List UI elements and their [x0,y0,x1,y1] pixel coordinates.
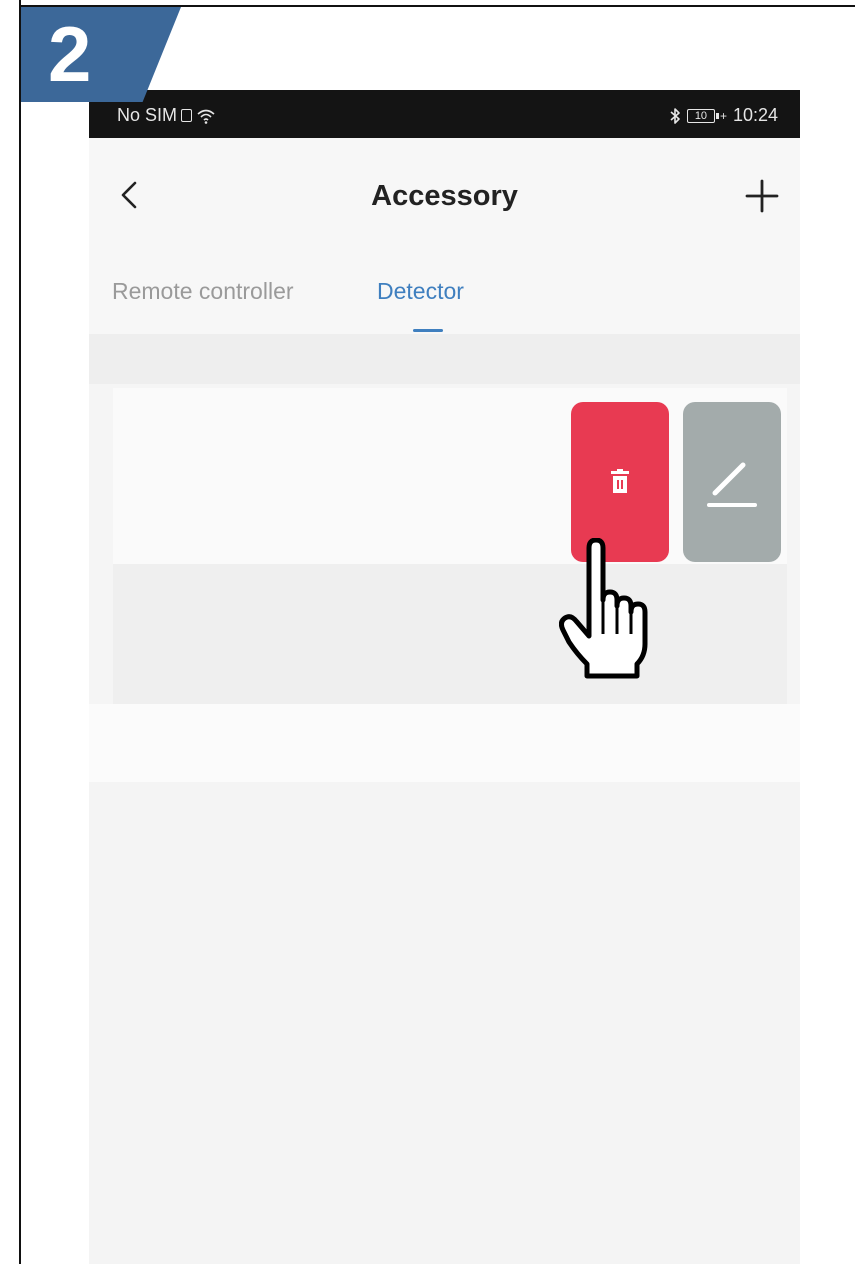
status-right: 10 + 10:24 [669,105,778,126]
empty-area [89,782,800,1264]
frame-top-border [19,5,855,7]
active-tab-indicator [413,329,443,332]
list-footer [89,704,800,782]
tab-detector[interactable]: Detector [377,278,464,305]
wifi-icon [196,108,216,124]
page-title: Accessory [371,180,518,212]
step-number: 2 [48,10,92,98]
battery-level: 10 [686,108,715,123]
phone-screen: No SIM 10 + 10:24 Accessory Remote contr… [89,90,800,1264]
sim-icon [181,109,193,122]
hand-pointer-icon [558,537,669,684]
charging-icon: + [719,108,727,123]
instruction-page: 2 No SIM 10 + 10:24 Accessory Remote con… [0,0,855,1264]
pencil-icon [707,462,757,507]
list-item[interactable] [113,564,787,704]
carrier-text: No SIM [117,105,178,125]
app-header: Accessory [89,138,800,238]
bluetooth-icon [669,107,681,125]
status-time: 10:24 [732,105,778,125]
tab-bar: Remote controller Detector [89,238,800,334]
battery-icon: 10 + [686,108,727,123]
step-badge [21,7,181,102]
status-bar: No SIM 10 + 10:24 [89,90,800,138]
plus-icon[interactable] [744,178,780,214]
edit-button[interactable] [683,402,781,562]
frame-left-border [19,0,21,1264]
list-spacer [89,334,800,384]
trash-icon [611,469,629,493]
tab-remote-controller[interactable]: Remote controller [112,278,294,305]
status-left: No SIM [117,105,216,126]
